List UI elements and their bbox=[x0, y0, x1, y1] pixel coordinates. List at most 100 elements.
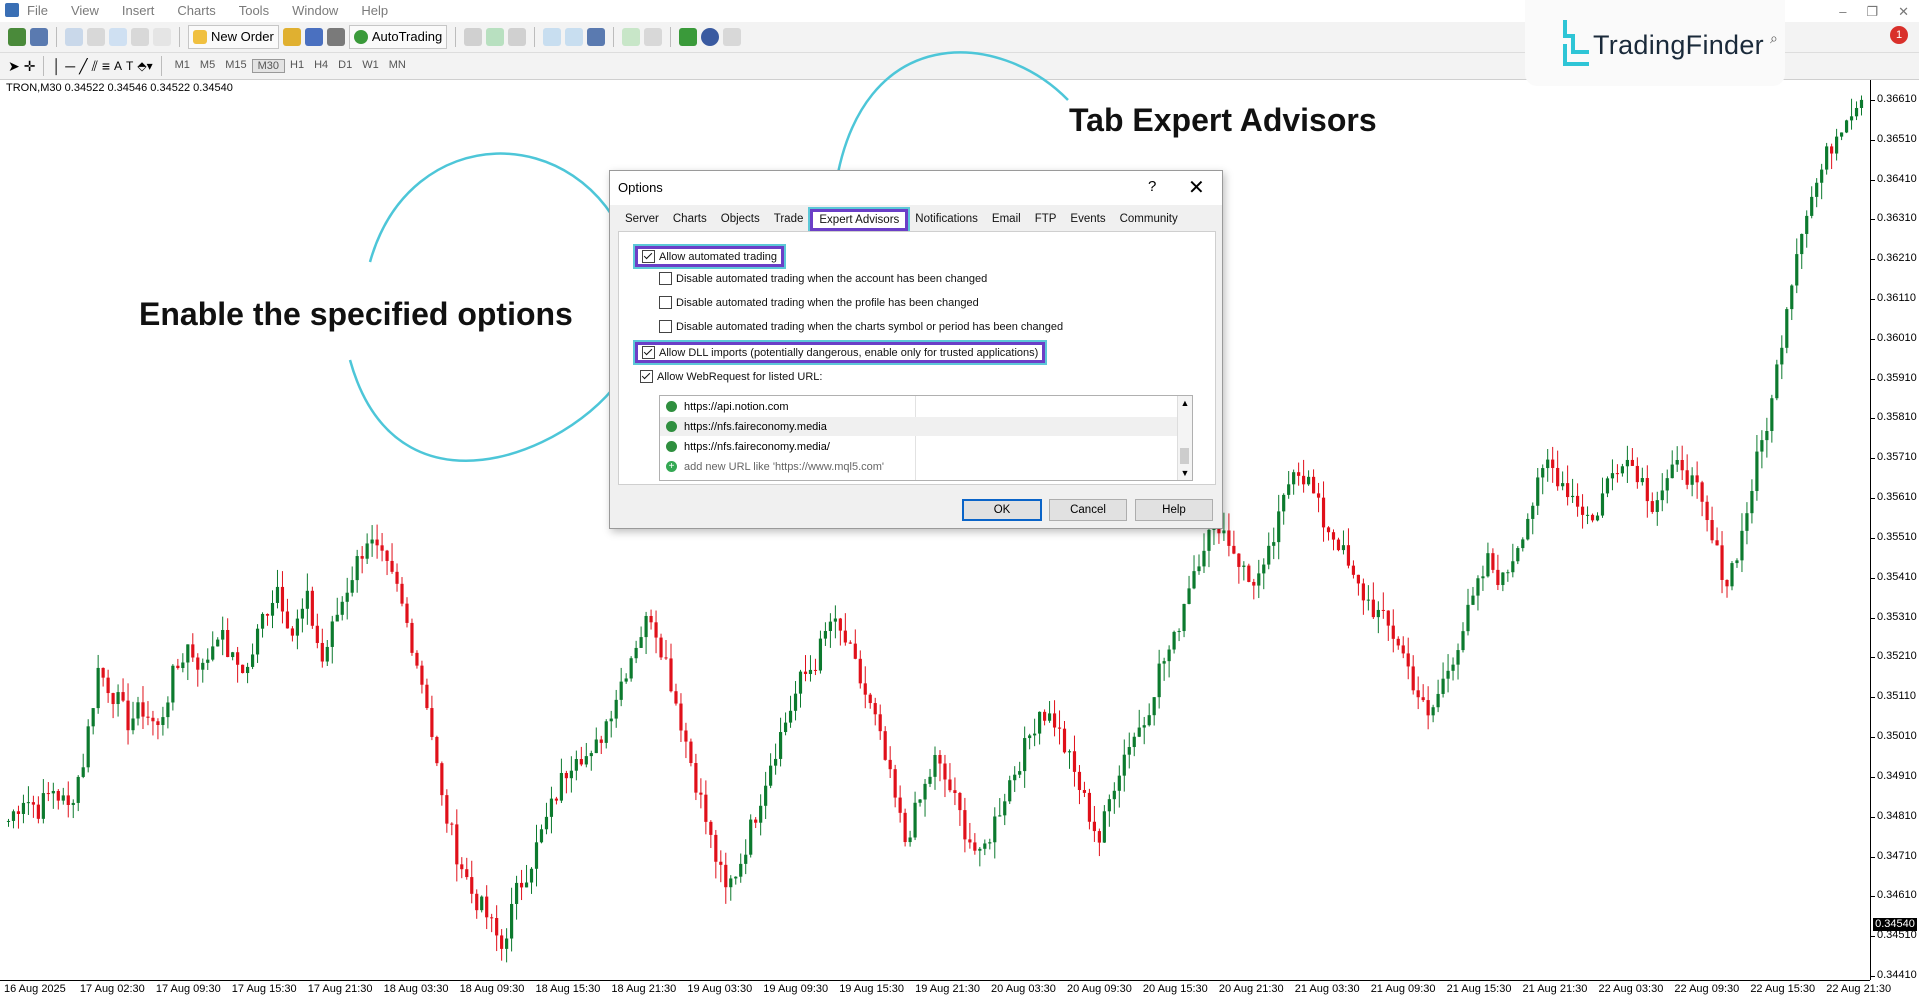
help-button[interactable]: Help bbox=[1135, 499, 1213, 521]
cancel-button[interactable]: Cancel bbox=[1049, 499, 1127, 521]
search-icon[interactable]: ⌕ bbox=[1770, 30, 1778, 47]
indicators-icon[interactable] bbox=[679, 28, 698, 46]
signals-icon[interactable] bbox=[304, 28, 323, 46]
zoom-in-icon[interactable] bbox=[543, 28, 562, 46]
navigator-icon[interactable] bbox=[109, 28, 127, 46]
candle-body bbox=[191, 644, 195, 658]
vertical-line-icon[interactable]: │ bbox=[52, 58, 61, 74]
tab-trade[interactable]: Trade bbox=[767, 209, 811, 231]
tab-notifications[interactable]: Notifications bbox=[908, 209, 985, 231]
option-disable-symbol[interactable]: Disable automated trading when the chart… bbox=[659, 320, 1063, 333]
candle-body bbox=[674, 691, 678, 704]
timeframe-m30[interactable]: M30 bbox=[251, 59, 285, 73]
profiles-icon[interactable] bbox=[30, 28, 48, 46]
menu-tools[interactable]: Tools bbox=[239, 3, 280, 18]
text-label-icon[interactable]: T bbox=[126, 59, 133, 73]
allow-automated-checkbox[interactable] bbox=[642, 250, 655, 263]
timeframe-h1[interactable]: H1 bbox=[285, 59, 309, 73]
disable-account-checkbox[interactable] bbox=[659, 272, 672, 285]
tab-expert-advisors[interactable]: Expert Advisors bbox=[808, 207, 911, 233]
scroll-thumb[interactable] bbox=[1180, 448, 1189, 464]
autoscroll-icon[interactable] bbox=[622, 28, 641, 46]
option-allow-automated-trading[interactable]: Allow automated trading bbox=[632, 244, 787, 269]
dialog-help-icon[interactable]: ? bbox=[1148, 178, 1156, 195]
menu-file[interactable]: File bbox=[27, 3, 59, 18]
url-row[interactable]: https://nfs.faireconomy.media bbox=[660, 417, 1178, 436]
tab-server[interactable]: Server bbox=[618, 209, 666, 231]
fibonacci-icon[interactable]: ≡ bbox=[102, 58, 110, 74]
menu-insert[interactable]: Insert bbox=[122, 3, 166, 18]
candle-body bbox=[1067, 751, 1072, 753]
channel-icon[interactable]: ⫽ bbox=[92, 58, 98, 75]
horizontal-line-icon[interactable]: ─ bbox=[65, 58, 75, 74]
candle-body bbox=[1820, 169, 1824, 183]
strategy-tester-icon[interactable] bbox=[153, 28, 171, 46]
price-label: 0.34910 bbox=[1877, 769, 1917, 782]
url-row[interactable]: https://api.notion.com bbox=[660, 397, 1178, 416]
minimize-icon[interactable]: – bbox=[1839, 4, 1846, 20]
new-chart-icon[interactable] bbox=[8, 28, 26, 46]
menu-help[interactable]: Help bbox=[361, 3, 399, 18]
tab-ftp[interactable]: FTP bbox=[1028, 209, 1064, 231]
crosshair-icon[interactable]: ✛ bbox=[24, 58, 36, 75]
tab-objects[interactable]: Objects bbox=[714, 209, 767, 231]
allow-webrequest-checkbox[interactable] bbox=[640, 370, 653, 383]
candle-body bbox=[420, 665, 424, 685]
chart-shift-icon[interactable] bbox=[644, 28, 663, 46]
allow-dll-checkbox[interactable] bbox=[642, 346, 655, 359]
data-window-icon[interactable] bbox=[87, 28, 105, 46]
tab-community[interactable]: Community bbox=[1113, 209, 1185, 231]
tab-events[interactable]: Events bbox=[1063, 209, 1112, 231]
timeframe-h4[interactable]: H4 bbox=[309, 59, 333, 73]
cursor-icon[interactable]: ➤ bbox=[8, 58, 20, 75]
terminal-icon[interactable] bbox=[131, 28, 149, 46]
scroll-down-icon[interactable]: ▼ bbox=[1178, 466, 1192, 480]
timeframe-d1[interactable]: D1 bbox=[333, 59, 357, 73]
timeframe-m15[interactable]: M15 bbox=[220, 59, 251, 73]
scroll-up-icon[interactable]: ▲ bbox=[1178, 396, 1192, 410]
option-disable-profile[interactable]: Disable automated trading when the profi… bbox=[659, 296, 979, 309]
market-icon[interactable] bbox=[326, 28, 345, 46]
option-allow-webrequest[interactable]: Allow WebRequest for listed URL: bbox=[640, 370, 822, 383]
tile-windows-icon[interactable] bbox=[587, 28, 606, 46]
autotrading-button[interactable]: AutoTrading bbox=[348, 25, 448, 49]
new-order-button[interactable]: New Order bbox=[188, 25, 279, 49]
notification-badge[interactable]: 1 bbox=[1890, 26, 1908, 44]
close-window-icon[interactable]: ✕ bbox=[1898, 4, 1909, 20]
option-disable-account[interactable]: Disable automated trading when the accou… bbox=[659, 272, 987, 285]
bar-chart-icon[interactable] bbox=[464, 28, 483, 46]
market-watch-icon[interactable] bbox=[65, 28, 83, 46]
candle-body bbox=[749, 819, 753, 855]
candle-body bbox=[305, 590, 309, 609]
zoom-out-icon[interactable] bbox=[565, 28, 584, 46]
candle-body bbox=[1640, 478, 1644, 483]
menu-window[interactable]: Window bbox=[292, 3, 349, 18]
menu-charts[interactable]: Charts bbox=[177, 3, 226, 18]
menu-view[interactable]: View bbox=[71, 3, 110, 18]
line-chart-icon[interactable] bbox=[508, 28, 527, 46]
restore-icon[interactable]: ❐ bbox=[1866, 4, 1878, 20]
timeframe-m1[interactable]: M1 bbox=[170, 59, 195, 73]
disable-symbol-checkbox[interactable] bbox=[659, 320, 672, 333]
tab-email[interactable]: Email bbox=[985, 209, 1028, 231]
option-allow-dll-imports[interactable]: Allow DLL imports (potentially dangerous… bbox=[632, 340, 1048, 365]
dialog-close-icon[interactable]: ✕ bbox=[1188, 175, 1205, 200]
templates-icon[interactable] bbox=[723, 28, 742, 46]
periods-icon[interactable] bbox=[701, 28, 720, 46]
timeframe-m5[interactable]: M5 bbox=[195, 59, 220, 73]
add-url-row[interactable]: + add new URL like 'https://www.mql5.com… bbox=[660, 457, 1178, 476]
disable-profile-checkbox[interactable] bbox=[659, 296, 672, 309]
url-list-scrollbar[interactable]: ▲ ▼ bbox=[1177, 396, 1192, 480]
webrequest-url-list[interactable]: https://api.notion.com https://nfs.faire… bbox=[659, 395, 1193, 481]
metaeditor-icon[interactable] bbox=[282, 28, 301, 46]
shapes-icon[interactable]: ⬘▾ bbox=[137, 59, 152, 73]
candlesticks-icon[interactable] bbox=[486, 28, 505, 46]
url-row[interactable]: https://nfs.faireconomy.media/ bbox=[660, 437, 1178, 456]
candle-body bbox=[1172, 631, 1176, 650]
timeframe-w1[interactable]: W1 bbox=[357, 59, 384, 73]
tab-charts[interactable]: Charts bbox=[666, 209, 714, 231]
ok-button[interactable]: OK bbox=[962, 499, 1042, 521]
timeframe-mn[interactable]: MN bbox=[384, 59, 411, 73]
trendline-icon[interactable]: ╱ bbox=[79, 58, 87, 75]
text-icon[interactable]: A bbox=[114, 59, 122, 73]
